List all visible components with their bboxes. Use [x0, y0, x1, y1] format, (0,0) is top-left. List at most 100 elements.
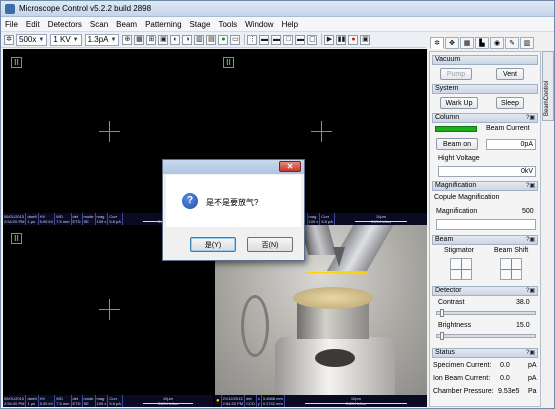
play-icon[interactable]: ▶ [324, 34, 335, 45]
menu-beam[interactable]: Beam [116, 20, 137, 29]
dialog-body: ? 是不是要放气? [166, 175, 301, 227]
databar-xy: 3.4688 mm 0.2742 mm [262, 395, 285, 407]
databar-date: 21/12/2013 2:54:20 PM [222, 395, 246, 407]
green-status-icon[interactable]: ● [218, 34, 229, 45]
couple-magnification-label: Copule Magnification [434, 194, 500, 201]
beam-current-field[interactable]: 0pA [486, 139, 536, 150]
brightness-label: Brightness [438, 322, 472, 329]
menu-edit[interactable]: Edit [26, 20, 40, 29]
menu-window[interactable]: Window [245, 20, 273, 29]
contrast-icon[interactable]: ◐ [170, 34, 181, 45]
databar-camera-icon: ● [215, 395, 222, 407]
menu-detectors[interactable]: Detectors [48, 20, 82, 29]
chevron-down-icon: ▼ [72, 36, 79, 43]
close-icon[interactable]: ✕ [279, 161, 301, 172]
chamber-pressure-label: Chamber Pressure: [433, 388, 494, 395]
no-button[interactable]: 否(N) [247, 237, 293, 252]
vent-button[interactable]: Vent [496, 68, 524, 80]
dots-icon[interactable]: ⋮ [247, 34, 258, 45]
tab-eye-icon[interactable]: ◉ [490, 37, 504, 49]
area-icon[interactable]: □ [283, 34, 294, 45]
beam-shift-pad[interactable] [500, 258, 522, 280]
beam-shift-label: Beam Shift [494, 247, 529, 254]
line-icon[interactable]: ▬ [295, 34, 306, 45]
image-icon[interactable]: ▤ [206, 34, 217, 45]
sample-holder [293, 287, 373, 309]
magnification-select[interactable]: 500x ▼ [16, 33, 48, 46]
filter-icon[interactable]: ▬ [271, 34, 282, 45]
menu-bar: File Edit Detectors Scan Beam Patterning… [1, 17, 554, 32]
menu-help[interactable]: Help [282, 20, 298, 29]
record-icon[interactable]: ● [348, 34, 359, 45]
tab-settings-gear-icon[interactable]: ✲ [430, 37, 444, 49]
section-detector[interactable]: Detector ?▣ [432, 286, 538, 296]
menu-scan[interactable]: Scan [90, 20, 108, 29]
beamcontrol-vertical-tab[interactable]: BeamControl [542, 51, 554, 121]
dimension-label: 4 mm [355, 271, 368, 277]
brightness-slider[interactable] [436, 332, 536, 340]
current-select[interactable]: 1.3pA ▼ [84, 33, 120, 46]
section-column[interactable]: Column ?▣ [432, 113, 538, 123]
section-beam[interactable]: Beam ?▣ [432, 235, 538, 245]
menu-file[interactable]: File [5, 20, 18, 29]
scan-rate-icon[interactable]: ▬ [259, 34, 270, 45]
contrast-slider-thumb[interactable] [439, 309, 444, 317]
crosshair-icon[interactable]: ⊕ [122, 34, 133, 45]
tab-stage-icon[interactable]: ▦ [460, 37, 474, 49]
quad-view-icon[interactable]: ▥ [194, 34, 205, 45]
crosshair-icon [99, 121, 120, 142]
section-title: Column [435, 114, 460, 121]
pause-icon[interactable]: II [223, 57, 234, 68]
pump-button[interactable]: Pump [440, 68, 472, 80]
help-icon[interactable]: ?▣ [526, 182, 535, 190]
brightness-slider-thumb[interactable] [439, 332, 444, 340]
section-vacuum[interactable]: Vacuum [432, 55, 538, 65]
section-status[interactable]: Status ?▣ [432, 348, 538, 358]
menu-patterning[interactable]: Patterning [145, 20, 181, 29]
pause-icon[interactable]: II [11, 57, 22, 68]
menu-stage[interactable]: Stage [190, 20, 211, 29]
pause-icon[interactable]: II [11, 233, 22, 244]
help-icon[interactable]: ?▣ [526, 236, 535, 244]
ion-beam-current-value: 0.0 [500, 375, 510, 382]
tab-navigation-icon[interactable]: ✥ [445, 37, 459, 49]
full-frame-icon[interactable]: ▢ [307, 34, 318, 45]
window-title: Microscope Control v5.2.2 build 2898 [19, 4, 152, 13]
current-value: 1.3pA [87, 35, 109, 44]
yes-button[interactable]: 是(Y) [190, 237, 236, 252]
zoom-icon[interactable]: ⊞ [146, 34, 157, 45]
sleep-button[interactable]: Sleep [496, 97, 524, 109]
help-icon[interactable]: ?▣ [526, 349, 535, 357]
auto-icon[interactable]: ◑ [182, 34, 193, 45]
magnification-input[interactable] [436, 219, 536, 230]
tab-layout-icon[interactable]: ▥ [520, 37, 534, 49]
specimen-current-unit: pA [528, 362, 537, 369]
section-title: Beam [435, 236, 454, 243]
screen-icon[interactable]: ▭ [230, 34, 241, 45]
wakeup-button[interactable]: Wark Up [440, 97, 478, 109]
stigmator-pad[interactable] [450, 258, 472, 280]
tab-tool-icon[interactable]: ✎ [505, 37, 519, 49]
databar-scalebar: 10μmCU5-Helios [285, 395, 427, 407]
databar-det: detETD [72, 213, 83, 225]
pause-icon[interactable]: ▮▮ [336, 34, 347, 45]
beam-on-button[interactable]: Beam on [436, 138, 478, 150]
section-title: Detector [435, 287, 462, 294]
video-icon[interactable]: ▣ [360, 34, 371, 45]
settings-gear-icon[interactable]: ✲ [4, 34, 14, 45]
tab-chart-icon[interactable]: ▙ [475, 37, 489, 49]
high-voltage-field[interactable]: 0kV [438, 166, 536, 177]
help-icon[interactable]: ?▣ [526, 114, 535, 122]
databar-hv: HV5.00 kV [39, 213, 56, 225]
section-magnification[interactable]: Magnification ?▣ [432, 181, 538, 191]
section-system[interactable]: System [432, 84, 538, 94]
databar-4: ● 21/12/2013 2:54:20 PM det CCD xy 3.4688 … [215, 395, 427, 407]
grid-icon[interactable]: ▦ [134, 34, 145, 45]
voltage-select[interactable]: 1 KV ▼ [50, 33, 82, 46]
question-icon: ? [182, 193, 198, 209]
pole-tip [333, 247, 345, 267]
help-icon[interactable]: ?▣ [526, 287, 535, 295]
menu-tools[interactable]: Tools [218, 20, 237, 29]
contrast-slider[interactable] [436, 309, 536, 317]
lock-icon[interactable]: ▣ [158, 34, 169, 45]
